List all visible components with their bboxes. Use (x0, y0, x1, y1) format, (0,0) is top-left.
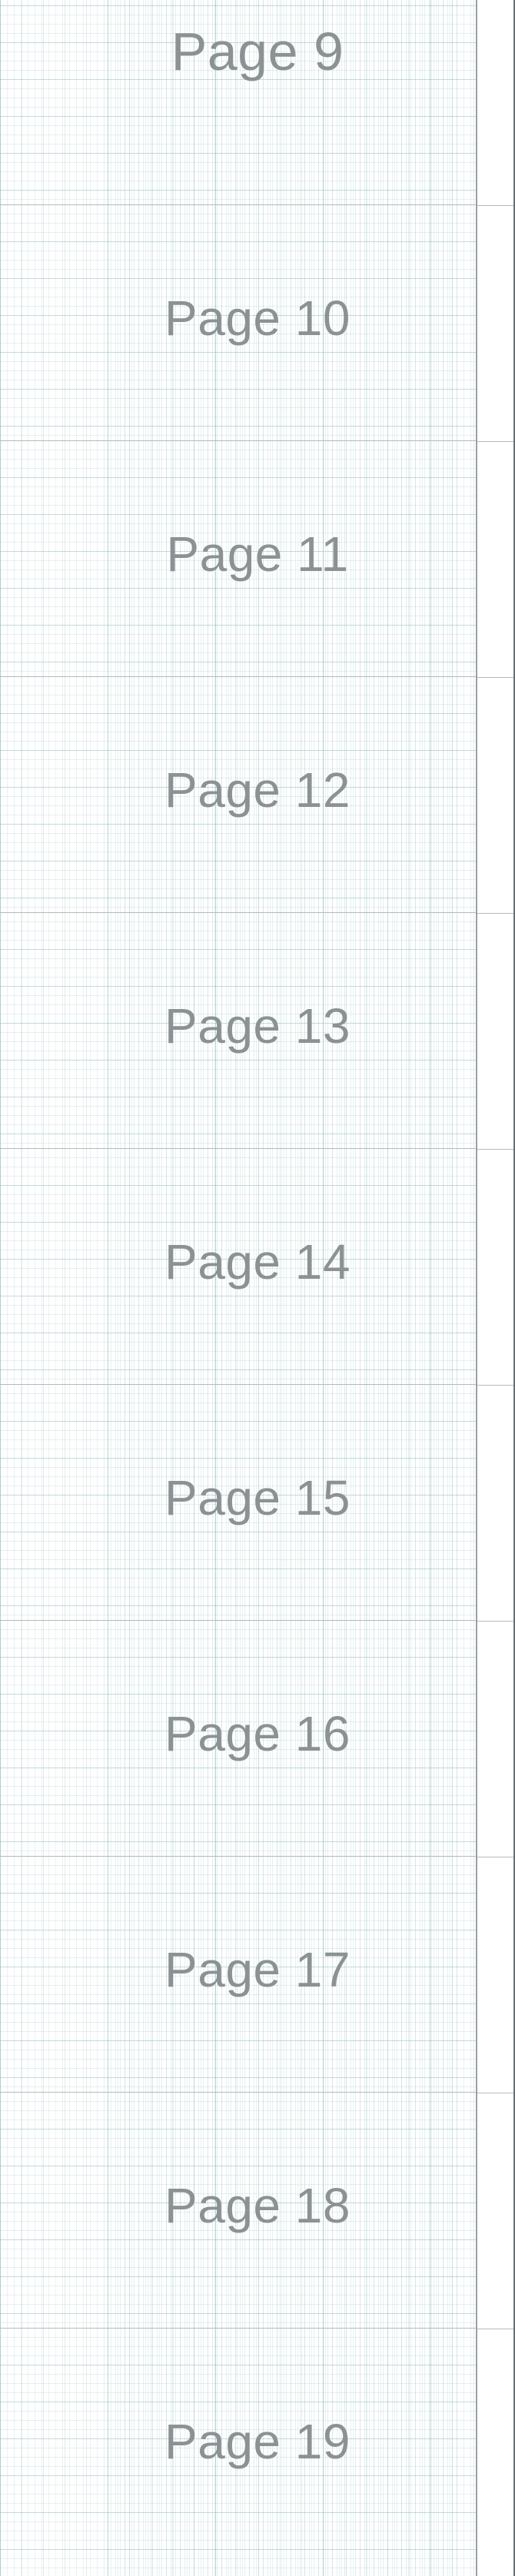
page-10[interactable]: Page 10 (0, 205, 476, 441)
page-label: Page 11 (166, 526, 349, 582)
page-label: Page 13 (164, 998, 351, 1054)
page-16[interactable]: Page 16 (0, 1621, 476, 1857)
page-9[interactable]: Page 9 (0, 0, 476, 205)
page-17[interactable]: Page 17 (0, 1857, 476, 2093)
page-13[interactable]: Page 13 (0, 913, 476, 1149)
document-viewer[interactable]: Page 9 Page 10 Page 11 Page 12 Page 13 P… (0, 0, 515, 2576)
page-12[interactable]: Page 12 (0, 677, 476, 913)
page-label: Page 19 (164, 2414, 351, 2469)
page-11[interactable]: Page 11 (0, 441, 476, 677)
track-divider (477, 1621, 515, 1622)
page-15[interactable]: Page 15 (0, 1385, 476, 1621)
track-divider (477, 205, 515, 206)
track-divider (477, 913, 515, 914)
track-divider (477, 1385, 515, 1386)
page-label: Page 9 (171, 22, 344, 81)
track-divider (477, 441, 515, 442)
track-divider (477, 1149, 515, 1150)
page-label: Page 10 (164, 290, 351, 346)
page-18[interactable]: Page 18 (0, 2093, 476, 2329)
page-label: Page 16 (164, 1706, 351, 1761)
page-column[interactable]: Page 9 Page 10 Page 11 Page 12 Page 13 P… (0, 0, 477, 2576)
page-label: Page 17 (164, 1942, 351, 1997)
page-14[interactable]: Page 14 (0, 1149, 476, 1385)
track-divider (477, 677, 515, 678)
page-label: Page 12 (164, 762, 351, 818)
page-label: Page 14 (164, 1234, 351, 1290)
page-label: Page 15 (164, 1470, 351, 1525)
page-label: Page 18 (164, 2178, 351, 2233)
page-19[interactable]: Page 19 (0, 2329, 476, 2576)
